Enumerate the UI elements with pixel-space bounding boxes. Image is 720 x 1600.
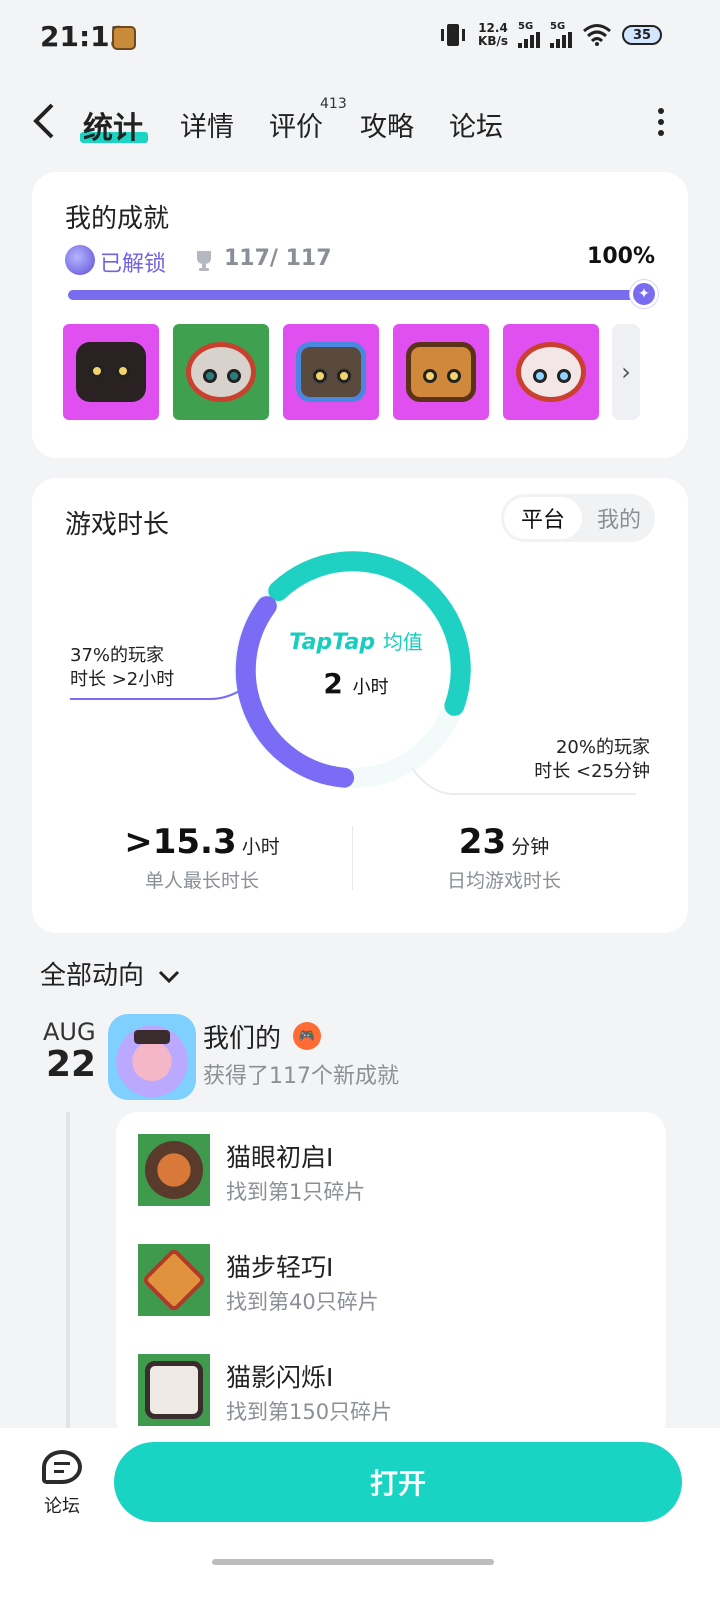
achievement-badge[interactable] [173,324,269,420]
max-playtime-stat: >15.3 小时 单人最长时长 [124,822,280,892]
signal-5g-icon: 5G [518,22,540,48]
achievement-icon [138,1354,210,1426]
achievement-count: 117/ 117 [224,246,332,271]
achievement-progress-bar [68,290,642,300]
long-players-annotation: 37%的玩家 时长 >2小时 [70,645,175,690]
unlocked-medal-icon [65,245,95,275]
achievement-badge[interactable] [503,324,599,420]
achievement-desc: 找到第150只碎片 [226,1400,393,1424]
activity-day: 22 [46,1044,97,1085]
timeline-line [66,1112,70,1442]
list-item[interactable]: 猫影闪烁I 找到第150只碎片 [138,1354,648,1434]
net-speed: 12.4 KB/s [478,21,508,48]
gamepad-icon: 🎮 [293,1022,321,1050]
sparkle-icon: ✦ [630,280,658,308]
daily-playtime-stat: 23 分钟 日均游戏时长 [446,822,561,892]
average-playtime: 2 小时 [323,667,389,700]
activity-user-name[interactable]: 我们的 [203,1018,281,1055]
bottom-action-bar: 论坛 打开 [0,1428,720,1600]
achievement-list-card: 猫眼初启I 找到第1只碎片 猫步轻巧I 找到第40只碎片 猫影闪烁I 找到第15… [116,1112,666,1442]
activity-month: AUG [43,1018,96,1046]
more-options-icon[interactable] [658,108,664,136]
unlocked-label: 已解锁 [100,252,167,277]
home-indicator[interactable] [212,1559,494,1565]
ring-center-label: TapTap 均值 2 小时 [270,626,442,700]
achievement-percent: 100% [587,244,655,269]
list-item[interactable]: 猫眼初启I 找到第1只碎片 [138,1134,648,1214]
tab-details[interactable]: 详情 [180,105,234,144]
status-icons: 12.4 KB/s 5G 5G 35 [438,22,662,48]
tab-reviews[interactable]: 评价 [269,105,323,144]
achievement-desc: 找到第40只碎片 [226,1290,379,1314]
activity-filter-dropdown[interactable]: 全部动向 [40,955,180,992]
back-arrow-icon[interactable] [30,101,56,151]
achievement-desc: 找到第1只碎片 [226,1180,366,1204]
list-item[interactable]: 猫步轻巧I 找到第40只碎片 [138,1244,648,1324]
battery-icon: 35 [622,25,662,45]
vibrate-icon [441,24,466,46]
achievements-title: 我的成就 [65,204,170,234]
open-game-button[interactable]: 打开 [114,1442,682,1522]
achievement-badge[interactable] [393,324,489,420]
stats-divider [352,826,353,890]
tab-guides[interactable]: 攻略 [360,105,414,144]
achievements-card[interactable]: 我的成就 已解锁 117/ 117 100% ✦ › [32,172,688,458]
wifi-icon [583,24,611,46]
achievement-title: 猫眼初启I [226,1143,334,1172]
achievement-icon [138,1244,210,1316]
activity-description: 获得了117个新成就 [203,1064,399,1089]
short-players-annotation: 20%的玩家 时长 <25分钟 [534,737,650,782]
tab-forum[interactable]: 论坛 [449,105,503,144]
forum-button[interactable]: 论坛 [36,1450,88,1518]
playtime-stats: >15.3 小时 单人最长时长 23 分钟 日均游戏时长 [32,822,688,902]
notification-app-icon [112,26,136,50]
playtime-card: 游戏时长 平台 我的 TapTap 均值 2 小时 37%的玩家 时长 >2小时… [32,478,688,933]
chevron-right-icon[interactable]: › [612,324,640,420]
achievement-title: 猫步轻巧I [226,1253,334,1282]
game-avatar[interactable] [108,1014,196,1100]
achievement-badge[interactable] [283,324,379,420]
trophy-icon [197,251,211,271]
status-bar: 21:13 12.4 KB/s 5G 5G 35 [0,0,720,78]
taptap-logo: TapTap 均值 [289,630,423,655]
achievement-icon [138,1134,210,1206]
tab-stats[interactable]: 统计 [83,103,143,147]
achievement-title: 猫影闪烁I [226,1363,334,1392]
chevron-down-icon [158,965,180,989]
achievement-badge[interactable] [63,324,159,420]
signal-5g-icon-2: 5G [550,22,572,48]
chat-bubble-icon [42,1450,82,1484]
review-count-badge: 413 [320,96,347,112]
achievement-progress-fill [68,290,642,300]
